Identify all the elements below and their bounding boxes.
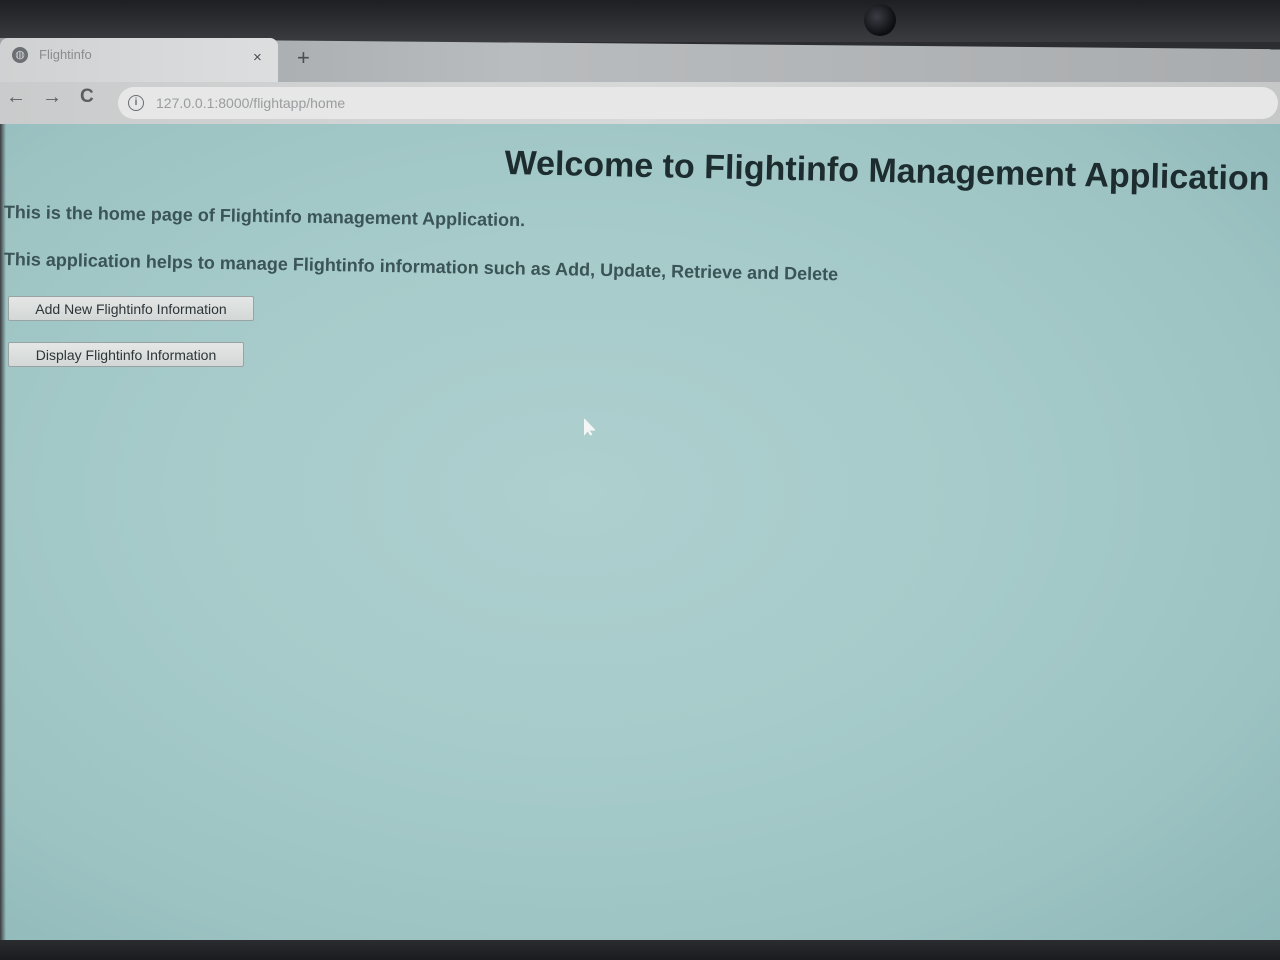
- tab-close-icon[interactable]: ×: [253, 49, 262, 66]
- tab-title[interactable]: Flightinfo: [39, 47, 92, 62]
- url-text[interactable]: 127.0.0.1:8000/flightapp/home: [156, 95, 345, 111]
- monitor-bezel: [0, 0, 1280, 42]
- display-flightinfo-button[interactable]: Display Flightinfo Information: [8, 342, 244, 367]
- reload-icon[interactable]: C: [80, 86, 94, 108]
- info-icon[interactable]: i: [128, 95, 144, 111]
- taskbar: [0, 940, 1280, 960]
- new-tab-icon[interactable]: +: [297, 47, 310, 69]
- add-flightinfo-button[interactable]: Add New Flightinfo Information: [8, 296, 254, 321]
- page-content: [0, 124, 1280, 944]
- globe-icon: ◍: [12, 47, 28, 63]
- forward-icon[interactable]: →: [42, 86, 62, 109]
- back-icon[interactable]: ←: [6, 86, 26, 109]
- screen-edge: [0, 124, 6, 944]
- webcam-icon: [864, 4, 896, 36]
